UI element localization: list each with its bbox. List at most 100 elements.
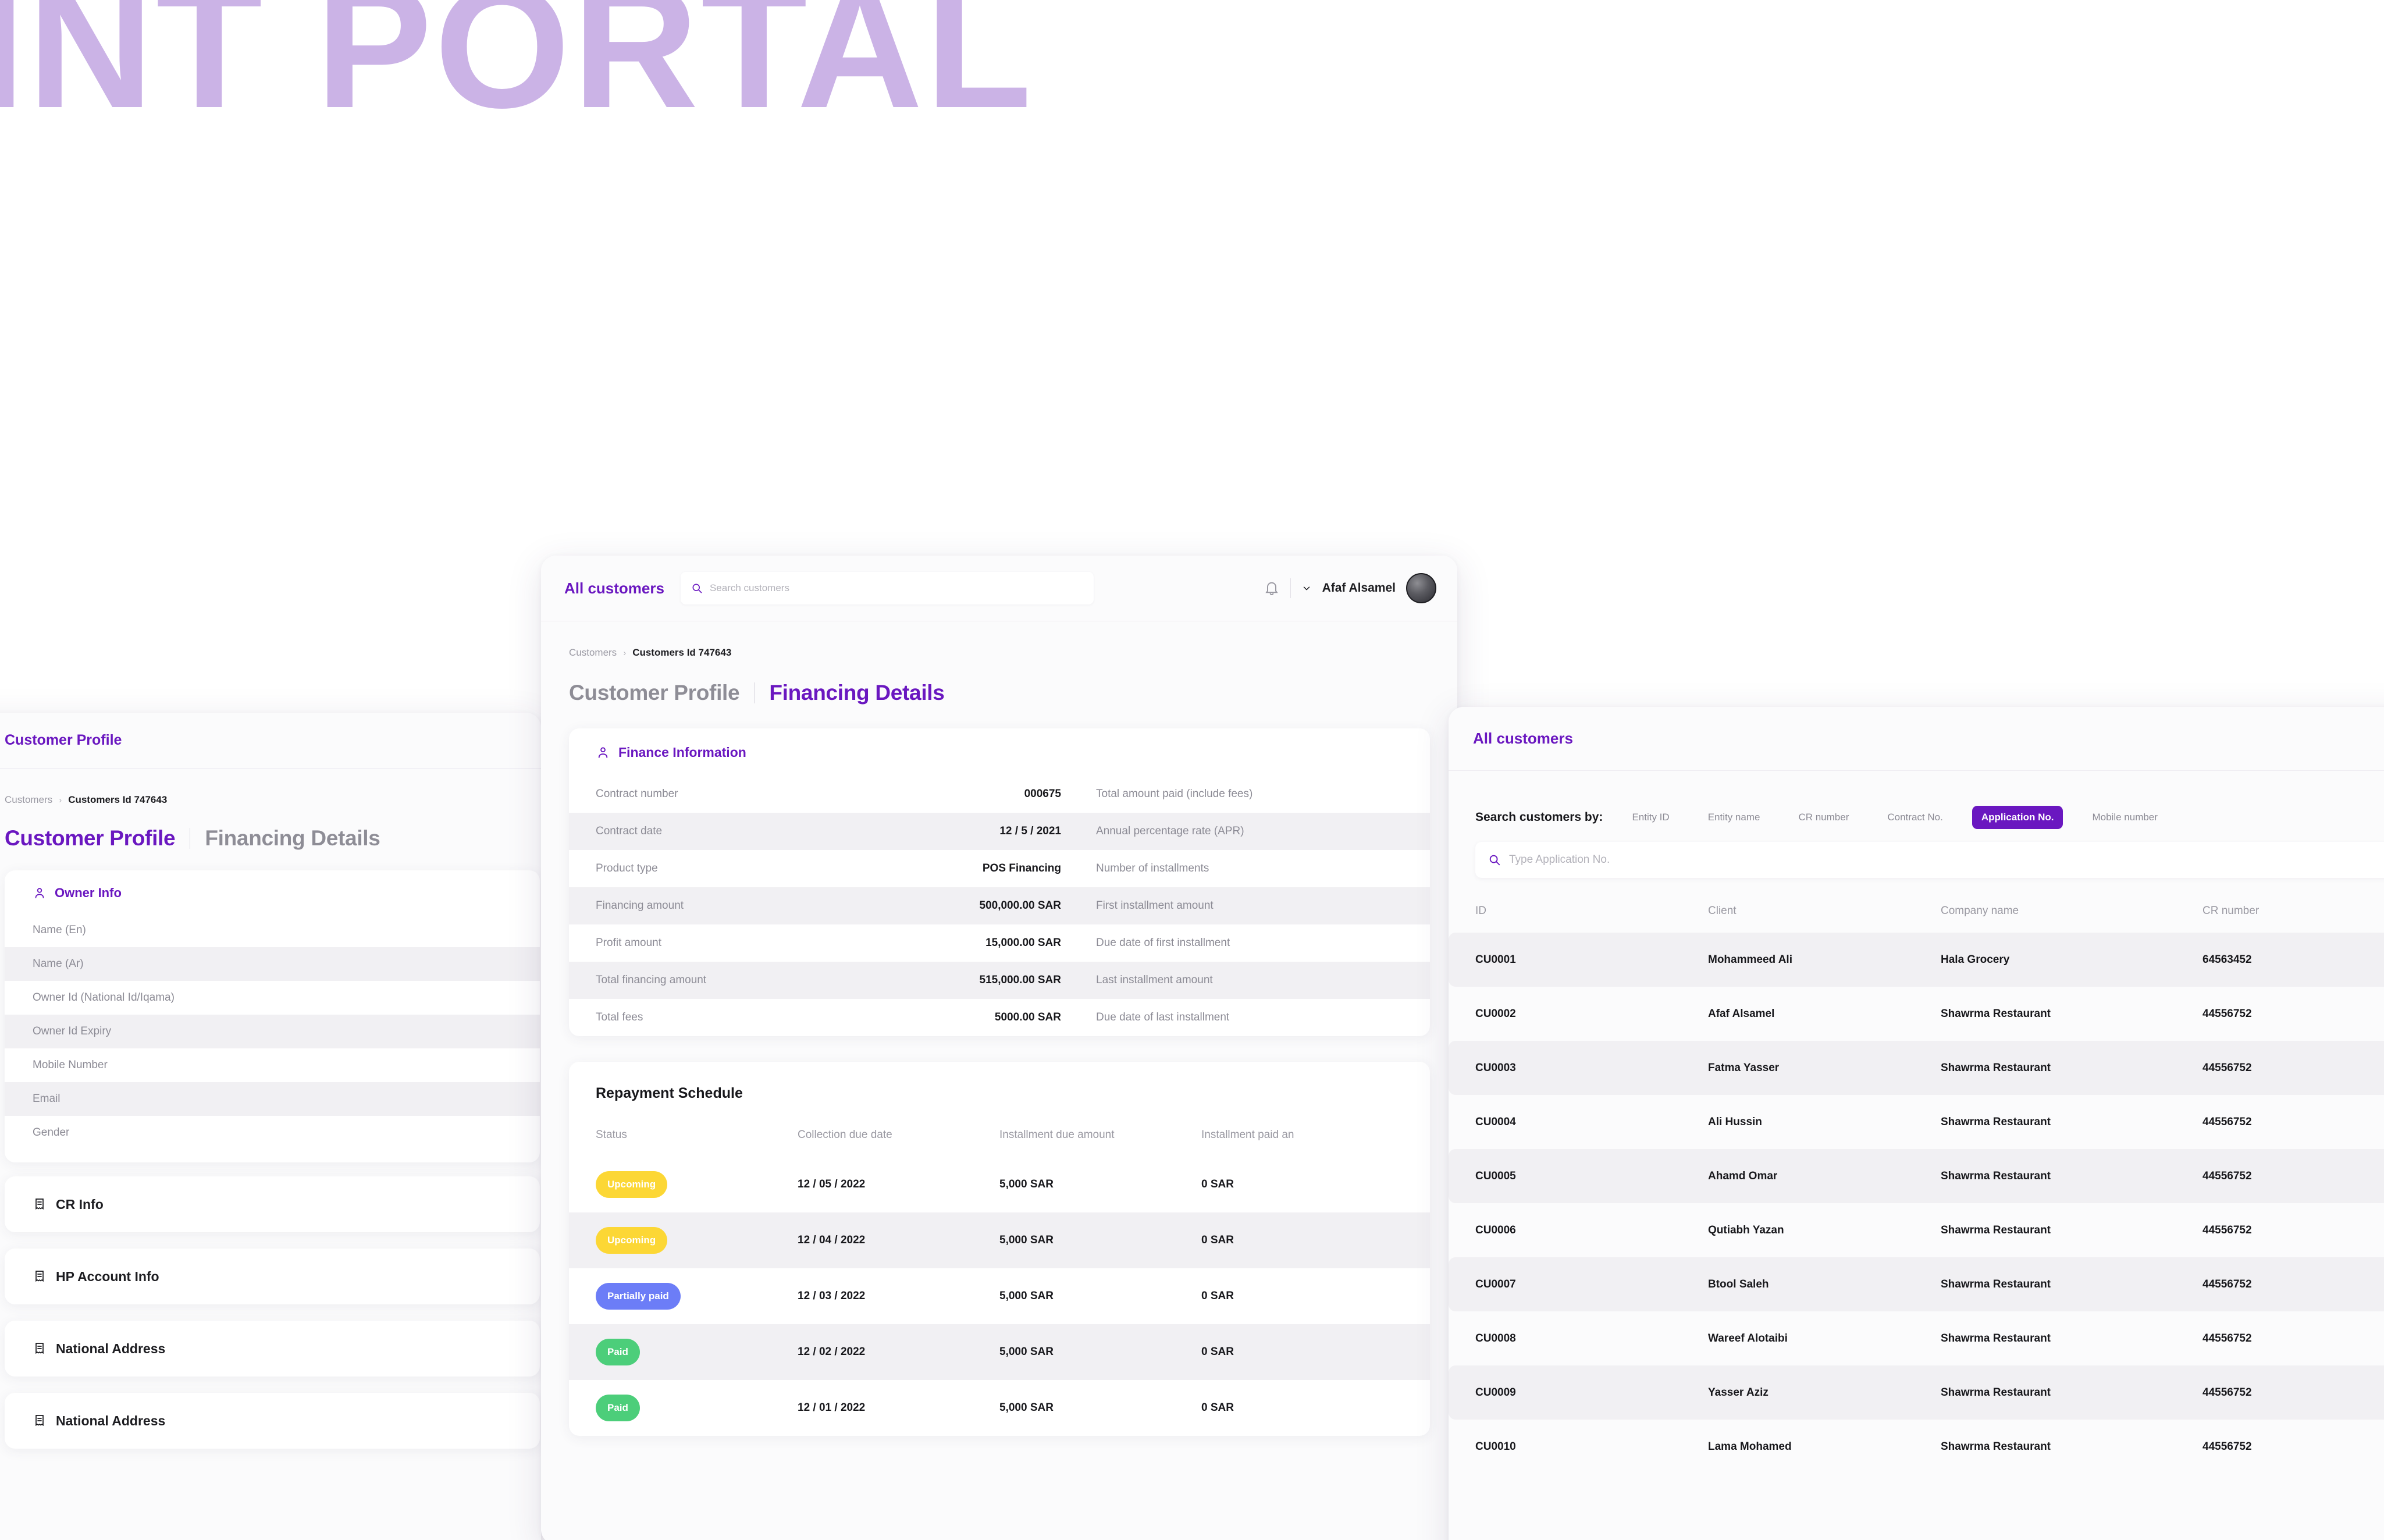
finance-row: Product type POS Financing Number of ins… bbox=[569, 850, 1430, 887]
finance-rows: Contract number 000675 Total amount paid… bbox=[569, 776, 1430, 1036]
filter-chip-application-no[interactable]: Application No. bbox=[1972, 806, 2063, 829]
cell-cr: 44556752 bbox=[2202, 1007, 2252, 1020]
table-row[interactable]: CU0002 Afaf Alsamel Shawrma Restaurant 4… bbox=[1449, 987, 2384, 1041]
breadcrumb: Customers › Customers Id 747643 bbox=[569, 647, 1457, 659]
filter-chip-contract-no[interactable]: Contract No. bbox=[1878, 806, 1952, 829]
filter-chip-mobile-number[interactable]: Mobile number bbox=[2083, 806, 2166, 829]
finance-label: Financing amount bbox=[596, 899, 684, 912]
table-row[interactable]: CU0009 Yasser Aziz Shawrma Restaurant 44… bbox=[1449, 1365, 2384, 1420]
accordion-label: CR Info bbox=[56, 1196, 104, 1212]
finance-label-2: Annual percentage rate (APR) bbox=[1096, 825, 1244, 837]
cell-collection-due-date: 12 / 03 / 2022 bbox=[798, 1290, 866, 1302]
cell-installment-due-amount: 5,000 SAR bbox=[999, 1402, 1054, 1414]
owner-info-header[interactable]: Owner Info bbox=[5, 870, 540, 913]
finance-label: Contract date bbox=[596, 825, 663, 837]
tab-financing-details[interactable]: Financing Details bbox=[205, 826, 380, 851]
right-topbar-title: All customers bbox=[1473, 730, 1573, 747]
accordion-national-address-2[interactable]: National Address bbox=[5, 1393, 540, 1449]
application-no-search-field[interactable] bbox=[1475, 842, 2384, 878]
cell-cr: 44556752 bbox=[2202, 1440, 2252, 1453]
cell-company: Shawrma Restaurant bbox=[1941, 1332, 2051, 1345]
field-row: Gender bbox=[33, 1126, 70, 1139]
accordion-label: HP Account Info bbox=[56, 1268, 159, 1284]
table-row[interactable]: CU0010 Lama Mohamed Shawrma Restaurant 4… bbox=[1449, 1420, 2384, 1474]
accordion-national-address-1[interactable]: National Address bbox=[5, 1321, 540, 1377]
status-badge: Upcoming bbox=[596, 1227, 668, 1254]
topbar-right-cluster: Afaf Alsamel bbox=[1264, 573, 1436, 603]
cell-cr: 44556752 bbox=[2202, 1332, 2252, 1345]
mid-topbar-title: All customers bbox=[564, 579, 664, 597]
customers-table: ID Client Company name CR number CU0001 … bbox=[1449, 905, 2384, 1474]
table-row[interactable]: Paid 12 / 02 / 2022 5,000 SAR 0 SAR bbox=[569, 1324, 1430, 1380]
search-customers-field[interactable] bbox=[680, 572, 1094, 604]
cell-cr: 44556752 bbox=[2202, 1278, 2252, 1290]
cell-installment-paid-amount: 0 SAR bbox=[1201, 1290, 1234, 1302]
user-name[interactable]: Afaf Alsamel bbox=[1322, 581, 1396, 595]
cell-installment-due-amount: 5,000 SAR bbox=[999, 1290, 1054, 1302]
cell-collection-due-date: 12 / 04 / 2022 bbox=[798, 1234, 866, 1246]
finance-label-2: First installment amount bbox=[1096, 899, 1214, 912]
field-row: Email bbox=[5, 1082, 540, 1116]
finance-value: 5000.00 SAR bbox=[994, 1011, 1061, 1023]
application-no-input[interactable] bbox=[1509, 853, 2384, 866]
breadcrumb-root[interactable]: Customers bbox=[5, 794, 52, 806]
owner-info-panel: Owner Info Name (En) Name (Ar) Owner Id … bbox=[5, 870, 540, 1162]
tab-customer-profile[interactable]: Customer Profile bbox=[569, 681, 740, 705]
left-topbar-title: Customer Profile bbox=[5, 732, 122, 748]
table-row[interactable]: CU0004 Ali Hussin Shawrma Restaurant 445… bbox=[1449, 1095, 2384, 1149]
filter-chip-entity-id[interactable]: Entity ID bbox=[1622, 806, 1678, 829]
cell-client: Qutiabh Yazan bbox=[1708, 1224, 1784, 1236]
cell-cr: 44556752 bbox=[2202, 1169, 2252, 1182]
cell-installment-due-amount: 5,000 SAR bbox=[999, 1234, 1054, 1246]
tab-divider bbox=[754, 682, 755, 703]
cell-id: CU0007 bbox=[1475, 1278, 1516, 1290]
finance-label-2: Last installment amount bbox=[1096, 974, 1213, 986]
column-header-client: Client bbox=[1708, 905, 1737, 917]
table-row[interactable]: CU0006 Qutiabh Yazan Shawrma Restaurant … bbox=[1449, 1203, 2384, 1257]
cell-client: Afaf Alsamel bbox=[1708, 1007, 1775, 1020]
cell-client: Fatma Yasser bbox=[1708, 1061, 1780, 1074]
table-row[interactable]: CU0008 Wareef Alotaibi Shawrma Restauran… bbox=[1449, 1311, 2384, 1365]
table-row[interactable]: CU0005 Ahamd Omar Shawrma Restaurant 445… bbox=[1449, 1149, 2384, 1203]
person-icon bbox=[33, 886, 47, 900]
table-row[interactable]: CU0007 Btool Saleh Shawrma Restaurant 44… bbox=[1449, 1257, 2384, 1311]
table-row[interactable]: Partially paid 12 / 03 / 2022 5,000 SAR … bbox=[569, 1268, 1430, 1324]
cell-id: CU0001 bbox=[1475, 953, 1516, 966]
cell-company: Hala Grocery bbox=[1941, 953, 2010, 966]
hero-banner: INT PORTAL bbox=[0, 0, 2384, 134]
filter-chip-cr-number[interactable]: CR number bbox=[1789, 806, 1858, 829]
cell-installment-due-amount: 5,000 SAR bbox=[999, 1346, 1054, 1358]
finance-information-label: Finance Information bbox=[618, 745, 746, 760]
search-filter-bar: Search customers by: Entity ID Entity na… bbox=[1475, 806, 2384, 829]
finance-value: 12 / 5 / 2021 bbox=[999, 825, 1061, 837]
tab-financing-details[interactable]: Financing Details bbox=[769, 681, 945, 705]
cell-company: Shawrma Restaurant bbox=[1941, 1115, 2051, 1128]
tab-customer-profile[interactable]: Customer Profile bbox=[5, 826, 176, 851]
document-icon bbox=[33, 1197, 47, 1211]
status-badge: Paid bbox=[596, 1339, 640, 1365]
accordion-cr-info[interactable]: CR Info bbox=[5, 1176, 540, 1232]
avatar[interactable] bbox=[1406, 573, 1436, 603]
finance-label-2: Due date of first installment bbox=[1096, 937, 1230, 949]
finance-label-2: Total amount paid (include fees) bbox=[1096, 788, 1253, 800]
field-row: Mobile Number bbox=[33, 1059, 108, 1071]
search-input[interactable] bbox=[709, 582, 1083, 594]
document-icon bbox=[33, 1414, 47, 1428]
accordion-hp-account-info[interactable]: HP Account Info bbox=[5, 1249, 540, 1304]
finance-label: Contract number bbox=[596, 788, 678, 800]
cell-company: Shawrma Restaurant bbox=[1941, 1224, 2051, 1236]
breadcrumb-root[interactable]: Customers bbox=[569, 647, 617, 659]
table-row[interactable]: CU0003 Fatma Yasser Shawrma Restaurant 4… bbox=[1449, 1041, 2384, 1095]
cell-cr: 44556752 bbox=[2202, 1115, 2252, 1128]
field-row: Name (Ar) bbox=[5, 947, 540, 981]
table-row[interactable]: Paid 12 / 01 / 2022 5,000 SAR 0 SAR bbox=[569, 1380, 1430, 1436]
table-row[interactable]: Upcoming 12 / 04 / 2022 5,000 SAR 0 SAR bbox=[569, 1212, 1430, 1268]
filter-chip-entity-name[interactable]: Entity name bbox=[1699, 806, 1770, 829]
cell-client: Yasser Aziz bbox=[1708, 1386, 1769, 1399]
cell-installment-paid-amount: 0 SAR bbox=[1201, 1402, 1234, 1414]
table-row[interactable]: Upcoming 12 / 05 / 2022 5,000 SAR 0 SAR bbox=[569, 1157, 1430, 1212]
bell-icon[interactable] bbox=[1264, 580, 1280, 596]
table-row[interactable]: CU0001 Mohammeed Ali Hala Grocery 645634… bbox=[1449, 933, 2384, 987]
chevron-down-icon[interactable] bbox=[1301, 583, 1312, 593]
finance-label: Total financing amount bbox=[596, 974, 707, 986]
